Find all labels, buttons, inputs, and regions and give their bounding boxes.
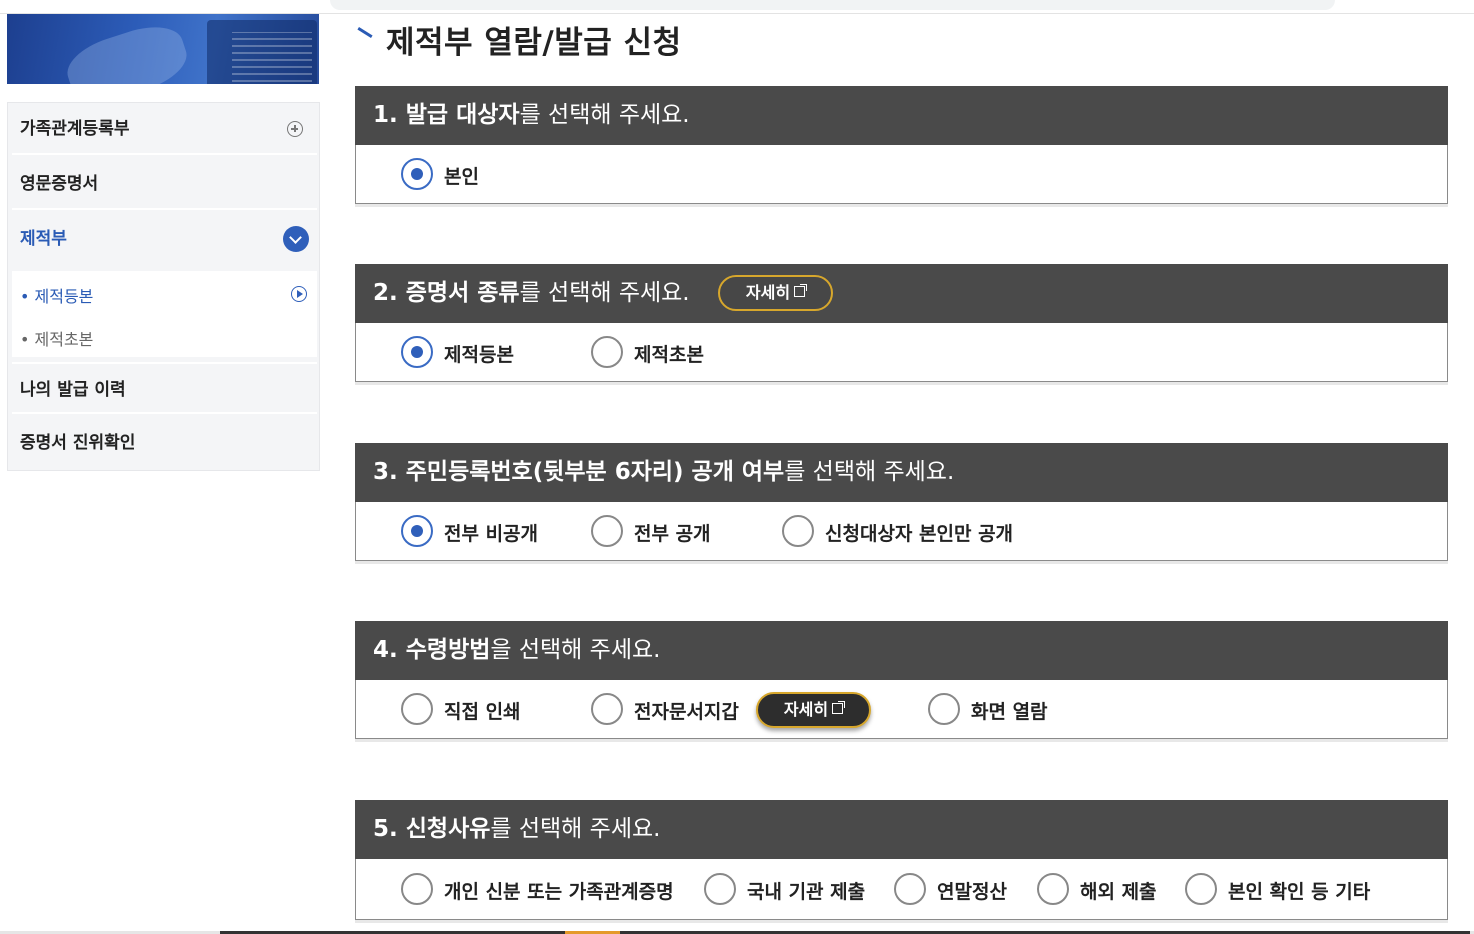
radio-unchecked-icon[interactable] xyxy=(401,693,433,725)
sidebar-subitem-label: • 제적초본 xyxy=(20,330,94,349)
radio-checked-icon[interactable] xyxy=(401,515,433,547)
option-label: 국내 기관 제출 xyxy=(747,881,866,903)
sidebar-item-removed-register[interactable]: 제적부 xyxy=(12,213,317,265)
detail-button-label: 자세히 xyxy=(745,283,791,302)
section-header-bold: 3. 주민등록번호(뒷부분 6자리) 공개 여부 xyxy=(373,459,785,485)
sidebar-item-label: 가족관계등록부 xyxy=(20,119,130,139)
section-header: 5. 신청사유를 선택해 주세요. xyxy=(355,800,1448,859)
section-header: 1. 발급 대상자를 선택해 주세요. xyxy=(355,86,1448,145)
sidebar-subitem-abstract-copy[interactable]: • 제적초본 xyxy=(20,326,93,350)
section-target-person: 1. 발급 대상자를 선택해 주세요. 본인 xyxy=(355,86,1448,204)
section-application-reason: 5. 신청사유를 선택해 주세요. 개인 신분 또는 가족관계증명 국내 기관 … xyxy=(355,800,1448,920)
section-header-rest: 를 선택해 주세요. xyxy=(519,102,690,128)
detail-button-receipt-method[interactable]: 자세히 xyxy=(756,692,871,728)
radio-checked-icon[interactable] xyxy=(401,158,433,190)
section-header-rest: 를 선택해 주세요. xyxy=(490,816,661,842)
radio-unchecked-icon[interactable] xyxy=(1037,873,1069,905)
section-header: 2. 증명서 종류를 선택해 주세요. 자세히 xyxy=(355,264,1448,323)
section-options: 직접 인쇄 전자문서지갑 자세히 화면 열람 xyxy=(355,680,1448,739)
sidebar-subitem-full-copy[interactable]: • 제적등본 xyxy=(20,283,93,307)
sidebar-item-label: 증명서 진위확인 xyxy=(20,433,136,453)
sidebar-item-label: 제적부 xyxy=(20,229,67,249)
play-circle-icon[interactable] xyxy=(291,286,307,302)
option-label: 제적등본 xyxy=(444,344,514,366)
page-title: 제적부 열람/발급 신청 xyxy=(386,25,682,61)
detail-button-label: 자세히 xyxy=(783,700,829,719)
browser-top-strip xyxy=(0,0,1474,14)
radio-unchecked-icon[interactable] xyxy=(894,873,926,905)
sidebar-menu: 가족관계등록부 영문증명서 제적부 • 제적등본 • 제적초본 나의 발급 이력… xyxy=(7,102,320,471)
section-header-rest: 를 선택해 주세요. xyxy=(784,459,955,485)
detail-button-certificate-type[interactable]: 자세히 xyxy=(718,275,833,311)
section-certificate-type: 2. 증명서 종류를 선택해 주세요. 자세히 제적등본 제적초본 xyxy=(355,264,1448,382)
sidebar-item-issue-history[interactable]: 나의 발급 이력 xyxy=(12,362,317,414)
section-options: 개인 신분 또는 가족관계증명 국내 기관 제출 연말정산 해외 제출 본인 확… xyxy=(355,859,1448,920)
external-link-icon xyxy=(794,284,808,297)
option-label: 전부 비공개 xyxy=(444,523,539,545)
option-label: 화면 열람 xyxy=(971,701,1048,723)
radio-unchecked-icon[interactable] xyxy=(782,515,814,547)
option-label: 전부 공개 xyxy=(634,523,711,545)
option-label: 신청대상자 본인만 공개 xyxy=(825,523,1014,545)
option-label: 제적초본 xyxy=(634,344,704,366)
sidebar-subitem-label: • 제적등본 xyxy=(20,287,94,306)
option-label: 본인 확인 등 기타 xyxy=(1228,881,1371,903)
option-label: 직접 인쇄 xyxy=(444,701,521,723)
radio-unchecked-icon[interactable] xyxy=(1185,873,1217,905)
section-header-bold: 2. 증명서 종류 xyxy=(373,280,520,306)
chevron-down-icon[interactable] xyxy=(283,226,309,252)
title-marker-icon xyxy=(357,26,373,39)
section-header-rest: 을 선택해 주세요. xyxy=(490,637,661,663)
radio-unchecked-icon[interactable] xyxy=(401,873,433,905)
sidebar-banner-image xyxy=(7,14,319,84)
section-header-rest: 를 선택해 주세요. xyxy=(519,280,690,306)
sidebar-submenu: • 제적등본 • 제적초본 xyxy=(12,271,317,357)
address-bar-edge xyxy=(330,0,1335,10)
radio-unchecked-icon[interactable] xyxy=(591,693,623,725)
section-resident-number-disclosure: 3. 주민등록번호(뒷부분 6자리) 공개 여부를 선택해 주세요. 전부 비공… xyxy=(355,443,1448,561)
option-label: 개인 신분 또는 가족관계증명 xyxy=(444,881,674,903)
sidebar-item-label: 나의 발급 이력 xyxy=(20,380,126,400)
section-options: 제적등본 제적초본 xyxy=(355,323,1448,382)
section-options: 본인 xyxy=(355,145,1448,204)
option-label: 전자문서지갑 xyxy=(634,701,739,723)
radio-unchecked-icon[interactable] xyxy=(704,873,736,905)
sidebar-item-family-register[interactable]: 가족관계등록부 xyxy=(12,103,317,155)
option-label: 연말정산 xyxy=(937,881,1007,903)
sidebar-item-verify-certificate[interactable]: 증명서 진위확인 xyxy=(12,417,317,469)
option-label: 본인 xyxy=(444,166,479,188)
radio-unchecked-icon[interactable] xyxy=(928,693,960,725)
section-header: 3. 주민등록번호(뒷부분 6자리) 공개 여부를 선택해 주세요. xyxy=(355,443,1448,502)
expand-plus-icon[interactable] xyxy=(287,121,303,137)
section-options: 전부 비공개 전부 공개 신청대상자 본인만 공개 xyxy=(355,502,1448,561)
sidebar-item-english-certificate[interactable]: 영문증명서 xyxy=(12,158,317,210)
radio-checked-icon[interactable] xyxy=(401,336,433,368)
section-header-bold: 4. 수령방법 xyxy=(373,637,491,663)
external-link-icon xyxy=(832,701,846,714)
sidebar-item-label: 영문증명서 xyxy=(20,174,99,194)
radio-unchecked-icon[interactable] xyxy=(591,336,623,368)
option-label: 해외 제출 xyxy=(1080,881,1157,903)
radio-unchecked-icon[interactable] xyxy=(591,515,623,547)
section-header-bold: 1. 발급 대상자 xyxy=(373,102,520,128)
section-header-bold: 5. 신청사유 xyxy=(373,816,491,842)
section-receipt-method: 4. 수령방법을 선택해 주세요. 직접 인쇄 전자문서지갑 자세히 화면 열람 xyxy=(355,621,1448,739)
section-header: 4. 수령방법을 선택해 주세요. xyxy=(355,621,1448,680)
